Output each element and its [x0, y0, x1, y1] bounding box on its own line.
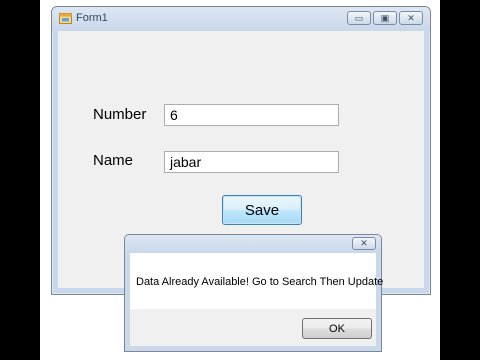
- save-button[interactable]: Save: [222, 195, 302, 225]
- message-box-body: Data Already Available! Go to Search The…: [130, 253, 383, 309]
- ok-button[interactable]: OK: [302, 318, 372, 339]
- maximize-icon[interactable]: ▣: [373, 11, 397, 25]
- message-box-titlebar[interactable]: ✕: [125, 235, 381, 253]
- name-field[interactable]: jabar: [164, 151, 339, 173]
- minimize-icon[interactable]: ▭: [347, 11, 371, 25]
- form1-titlebar[interactable]: Form1 ▭ ▣ ✕: [52, 7, 430, 31]
- close-icon[interactable]: ✕: [399, 11, 423, 25]
- close-icon[interactable]: ✕: [352, 237, 376, 250]
- window-title: Form1: [76, 12, 108, 24]
- message-text: Data Already Available! Go to Search The…: [136, 276, 384, 288]
- message-box-window: ✕ Data Already Available! Go to Search T…: [124, 234, 383, 352]
- message-box-footer: OK: [130, 309, 376, 346]
- number-label: Number: [93, 106, 147, 123]
- caption-buttons: ▭ ▣ ✕: [347, 11, 423, 25]
- number-field[interactable]: 6: [164, 104, 339, 126]
- form-app-icon: [59, 13, 72, 24]
- name-label: Name: [93, 152, 134, 169]
